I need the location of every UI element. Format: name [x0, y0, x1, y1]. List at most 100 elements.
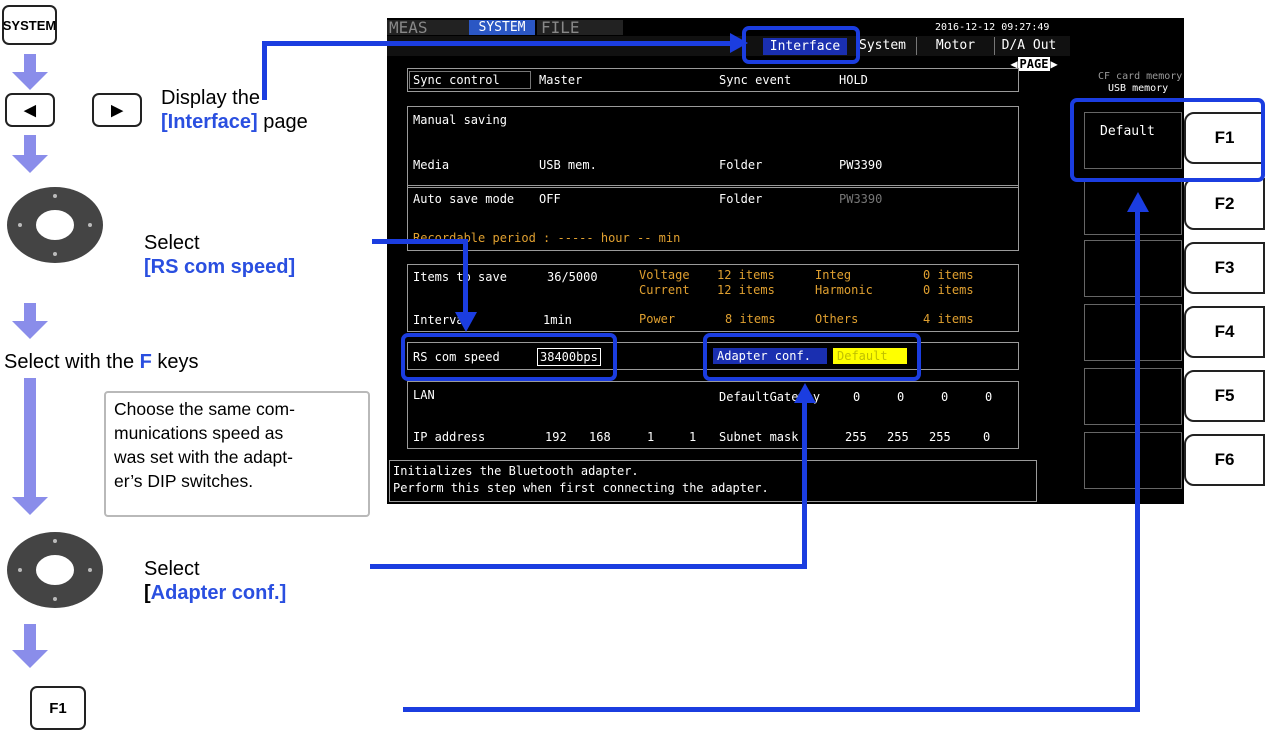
grid-integ: Integ [815, 268, 852, 282]
grid-current-n: 12 items [717, 283, 775, 297]
grid-harmonic: Harmonic [815, 283, 873, 297]
items-label: Items to save [413, 270, 507, 284]
tab-system[interactable]: SYSTEM [469, 20, 535, 35]
system-key[interactable]: SYSTEM [2, 5, 57, 45]
auto-save-value[interactable]: OFF [539, 192, 561, 206]
step3-text: Select with the F keys [4, 351, 199, 373]
note-box: Choose the same com- munications speed a… [104, 391, 370, 517]
grid-others: Others [815, 312, 859, 326]
sync-control-label: Sync control [413, 73, 500, 87]
connector-1-head [730, 33, 748, 53]
gateway-1[interactable]: 0 [897, 390, 904, 404]
sync-control-value[interactable]: Master [539, 73, 582, 87]
subnet-2[interactable]: 255 [929, 430, 951, 444]
manual-saving-label: Manual saving [413, 113, 507, 127]
step2-target: [RS com speed] [144, 256, 296, 278]
connector-3-v [802, 398, 807, 569]
ip-3[interactable]: 1 [689, 430, 696, 444]
gateway-3[interactable]: 0 [985, 390, 992, 404]
dpad-icon[interactable] [4, 184, 106, 266]
subnet-3[interactable]: 0 [983, 430, 990, 444]
flow-arrow-2-head [12, 155, 48, 173]
grid-voltage: Voltage [639, 268, 690, 282]
flow-arrow-2 [24, 135, 36, 157]
grid-power-n: 8 items [725, 312, 776, 326]
connector-1-h [262, 41, 732, 46]
fbox-3[interactable] [1084, 240, 1182, 297]
grid-voltage-n: 12 items [717, 268, 775, 282]
gateway-0[interactable]: 0 [853, 390, 860, 404]
dpad-icon-2[interactable] [4, 529, 106, 611]
sync-event-value[interactable]: HOLD [839, 73, 868, 87]
f2-key[interactable]: F2 [1184, 178, 1265, 230]
ip-address-label: IP address [413, 430, 486, 444]
grid-integ-n: 0 items [923, 268, 974, 282]
instrument-screen: MEAS SYSTEM FILE 2016-12-12 09:27:49 Int… [387, 18, 1070, 504]
gateway-2[interactable]: 0 [941, 390, 948, 404]
connector-3-h [370, 564, 807, 569]
fbox-5[interactable] [1084, 368, 1182, 425]
sync-event-label: Sync event [719, 73, 792, 87]
media-label: Media [413, 158, 450, 172]
lan-panel [407, 381, 1019, 449]
folder-value[interactable]: PW3390 [839, 158, 882, 172]
ip-2[interactable]: 1 [647, 430, 654, 444]
media-value[interactable]: USB mem. [539, 158, 597, 172]
highlight-adapter-conf [703, 333, 921, 381]
subnet-label: Subnet mask [719, 430, 799, 444]
ip-1[interactable]: 168 [589, 430, 611, 444]
f1-key-bottom[interactable]: F1 [30, 686, 86, 730]
connector-2-v [463, 239, 468, 314]
connector-3-head [794, 383, 816, 403]
tab-file[interactable]: FILE [537, 20, 623, 36]
tab-meas[interactable]: MEAS [387, 20, 471, 36]
f5-key[interactable]: F5 [1184, 370, 1265, 422]
grid-others-n: 4 items [923, 312, 974, 326]
connector-1-v [262, 43, 267, 100]
f4-key[interactable]: F4 [1184, 306, 1265, 358]
flow-arrow-1 [24, 54, 36, 74]
step1-target: [Interface] [161, 111, 258, 133]
tab-motor[interactable]: Motor [917, 37, 995, 55]
usb-memory-label: USB memory [1108, 83, 1169, 94]
connector-2-head [455, 312, 477, 332]
flow-arrow-5-head [12, 650, 48, 668]
fbox-4[interactable] [1084, 304, 1182, 361]
flow-arrow-4-head [12, 497, 48, 515]
connector-2-h [372, 239, 468, 244]
flow-arrow-5 [24, 624, 36, 652]
folder2-value: PW3390 [839, 192, 883, 206]
step4-text: Select [Adapter conf.] [144, 558, 287, 604]
grid-current: Current [639, 283, 690, 297]
flow-arrow-4 [24, 378, 36, 498]
flow-arrow-1-head [12, 72, 48, 90]
grid-harmonic-n: 0 items [923, 283, 974, 297]
auto-save-label: Auto save mode [413, 192, 515, 206]
connector-4-v [1135, 208, 1140, 712]
help-line-1: Initializes the Bluetooth adapter. [393, 464, 639, 478]
step4-target: Adapter conf.] [150, 582, 287, 604]
fbox-6[interactable] [1084, 432, 1182, 489]
tab-da-out[interactable]: D/A Out [995, 37, 1063, 55]
folder-label: Folder [719, 158, 763, 172]
help-line-2: Perform this step when first connecting … [393, 481, 769, 495]
ip-0[interactable]: 192 [545, 430, 567, 444]
f3-key[interactable]: F3 [1184, 242, 1265, 294]
step1-text: Display the [Interface] page [161, 87, 308, 133]
connector-4-head [1127, 192, 1149, 212]
subnet-1[interactable]: 255 [887, 430, 909, 444]
subnet-0[interactable]: 255 [845, 430, 867, 444]
datetime: 2016-12-12 09:27:49 [935, 22, 1050, 33]
f6-key[interactable]: F6 [1184, 434, 1265, 486]
flow-arrow-3 [24, 303, 36, 323]
grid-power: Power [639, 312, 676, 326]
lan-label: LAN [413, 388, 435, 402]
right-key[interactable]: ▶ [92, 93, 142, 127]
flow-arrow-3-head [12, 321, 48, 339]
folder2-label: Folder [719, 192, 763, 206]
items-value: 36/5000 [547, 270, 598, 284]
cf-card-label-2: CF card memory [1098, 71, 1183, 82]
step2-text: Select [RS com speed] [144, 232, 296, 278]
interval-value[interactable]: 1min [543, 313, 572, 327]
left-key[interactable]: ◀ [5, 93, 55, 127]
